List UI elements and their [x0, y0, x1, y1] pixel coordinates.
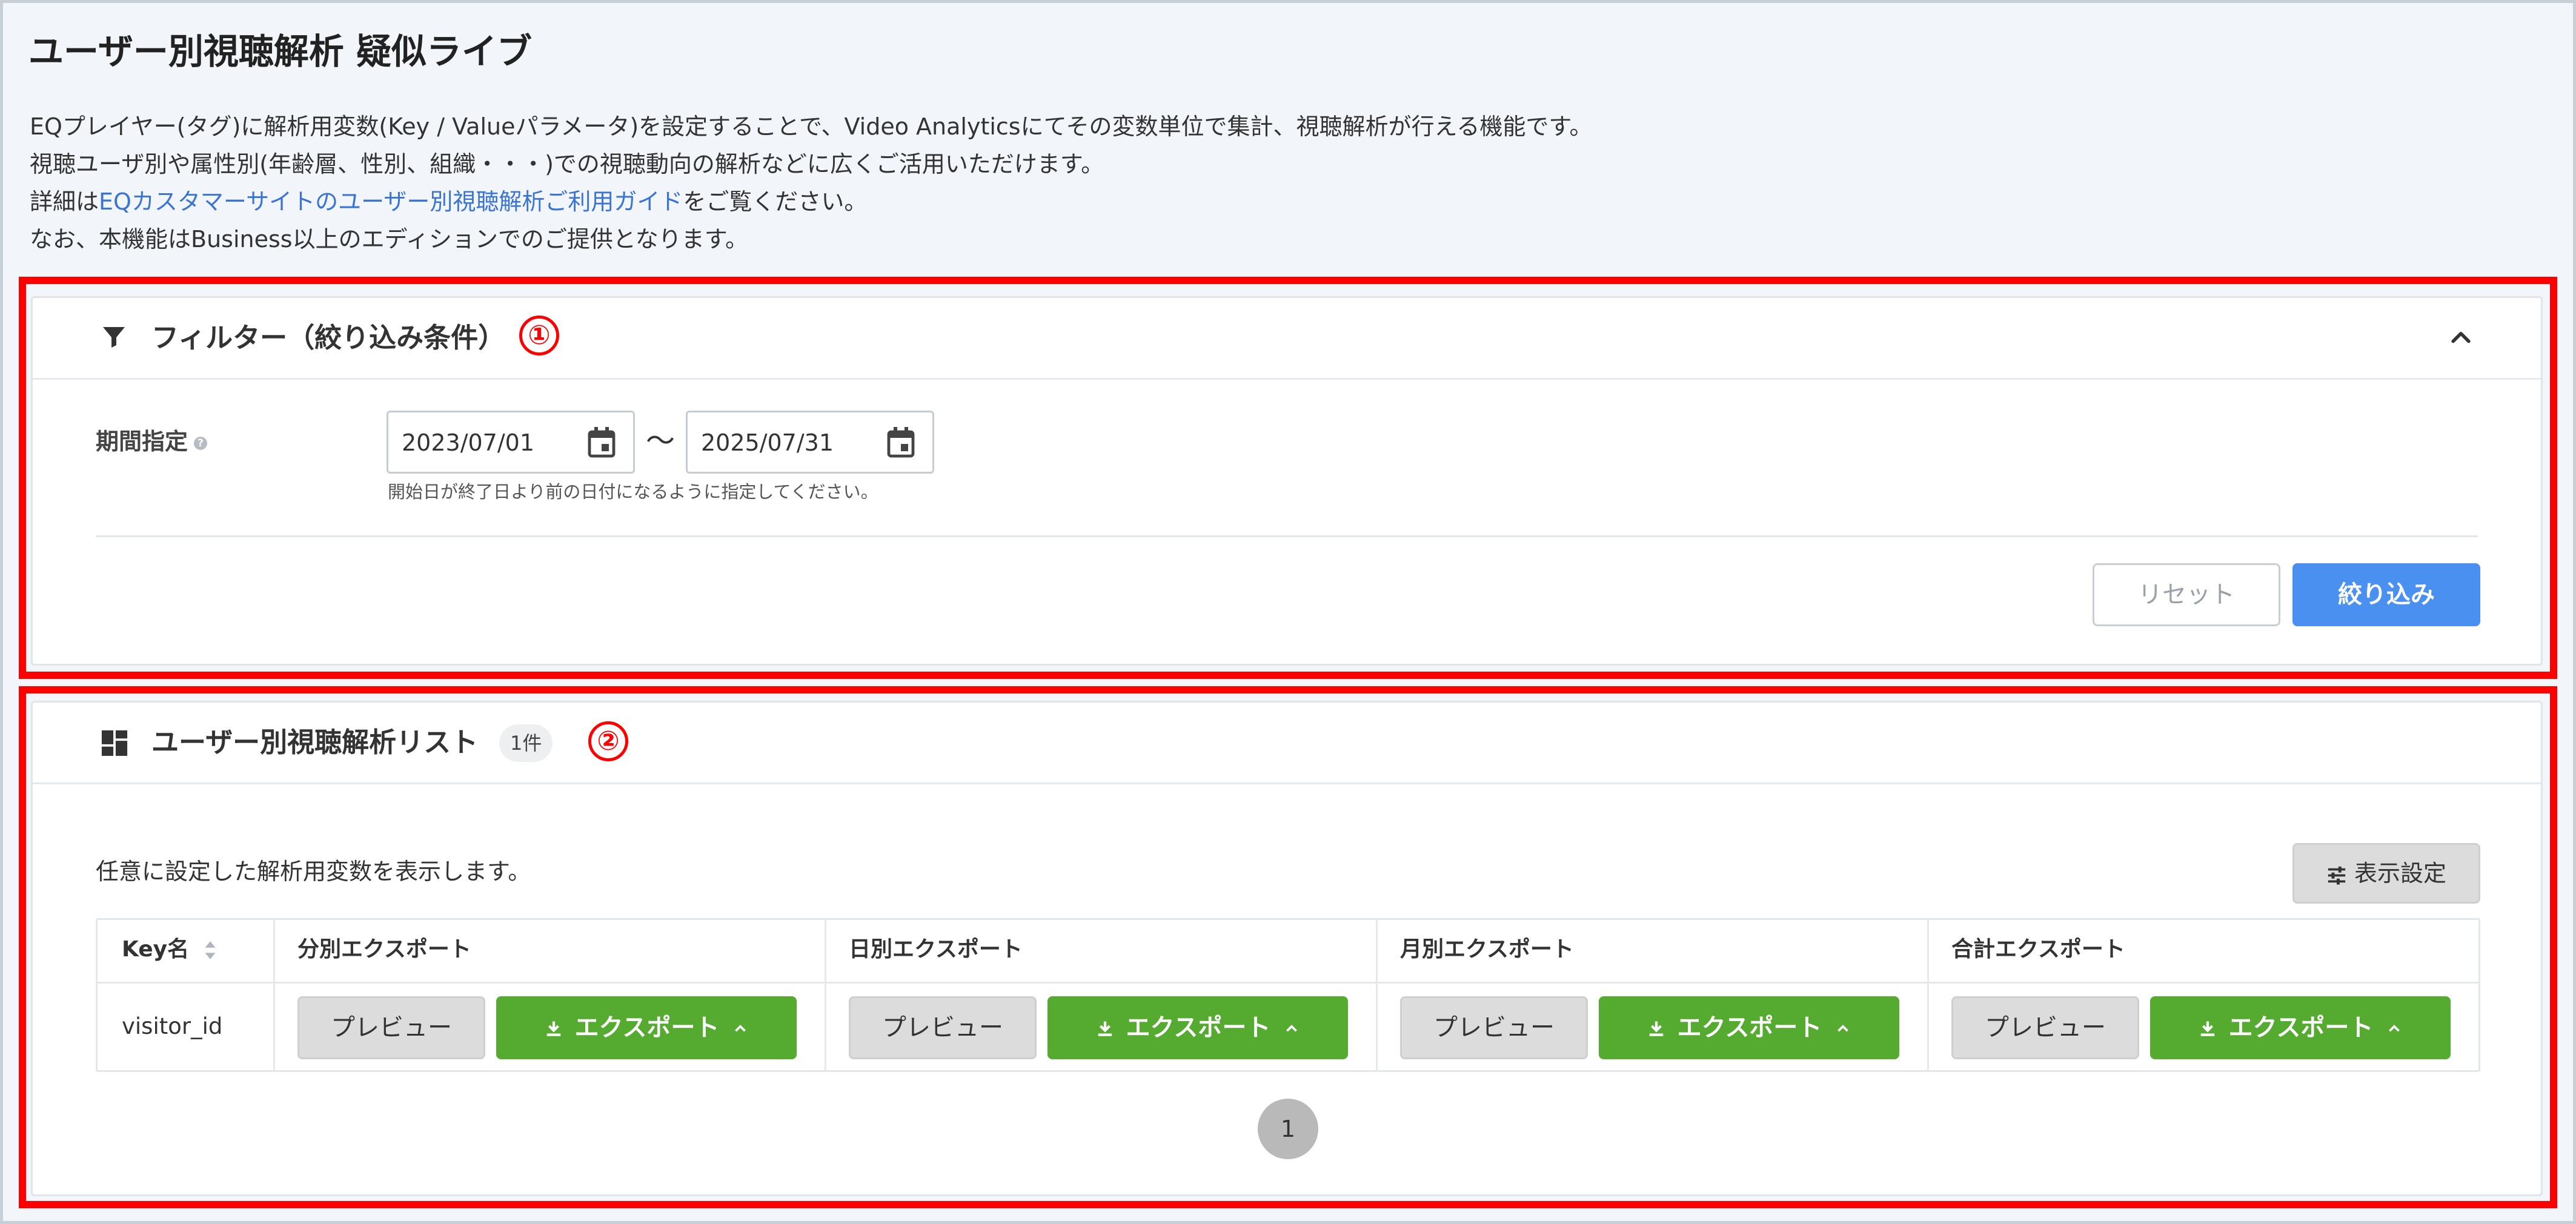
description-line-3: 詳細はEQカスタマーサイトのユーザー別視聴解析ご利用ガイドをご覧ください。 — [30, 185, 867, 219]
description-text: をご覧ください。 — [683, 188, 868, 215]
description-text: 詳細は — [30, 188, 99, 215]
annotation-marker-2: ② — [588, 721, 628, 761]
annotation-marker-1: ① — [519, 316, 559, 356]
page: ユーザー別視聴解析 疑似ライブ EQプレイヤー(タグ)に解析用変数(Key / … — [0, 0, 2576, 1224]
description-line-4: なお、本機能はBusiness以上のエディションでのご提供となります。 — [30, 226, 748, 253]
guide-link[interactable]: EQカスタマーサイトのユーザー別視聴解析ご利用ガイド — [99, 188, 683, 215]
page-title: ユーザー別視聴解析 疑似ライブ — [28, 31, 533, 72]
annotation-frame-filter — [19, 277, 2557, 679]
annotation-frame-list — [19, 686, 2557, 1208]
description-line-2: 視聴ユーザ別や属性別(年齢層、性別、組織・・・)での視聴動向の解析などに広くご活… — [30, 151, 1104, 177]
description-line-1: EQプレイヤー(タグ)に解析用変数(Key / Valueパラメータ)を設定する… — [30, 113, 1593, 140]
